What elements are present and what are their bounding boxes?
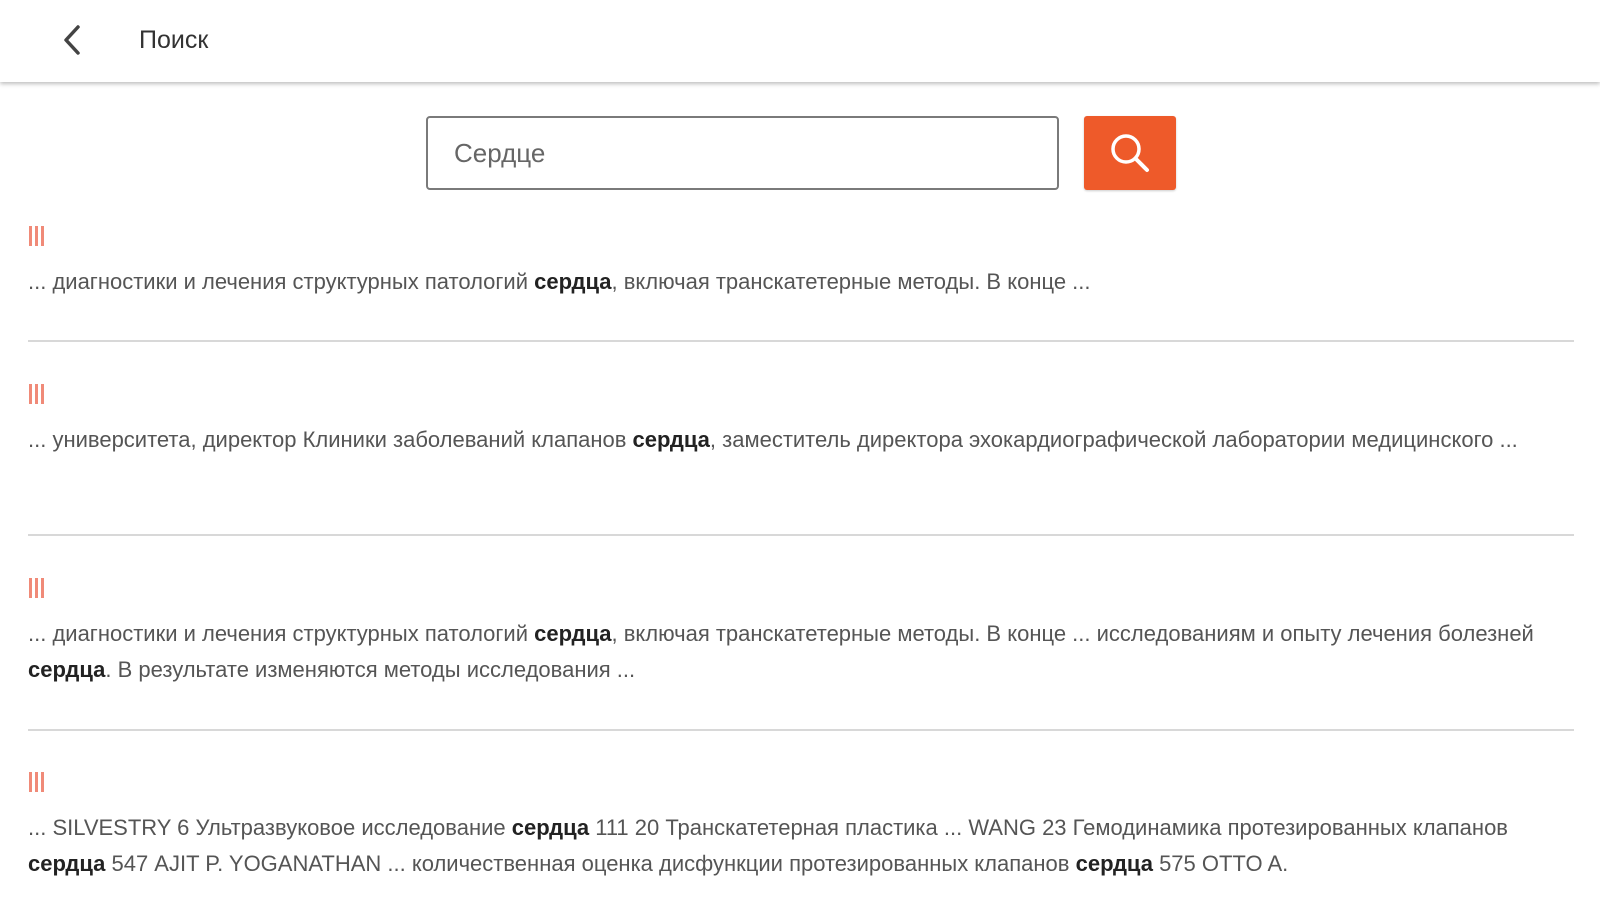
search-result[interactable]: ... диагностики и лечения структурных па… xyxy=(28,574,1574,688)
result-marker-icon xyxy=(29,768,53,794)
page-title: Поиск xyxy=(139,26,209,54)
snippet-text: ... диагностики и лечения структурных па… xyxy=(28,621,535,646)
divider xyxy=(28,340,1574,342)
search-result[interactable]: ... SILVESTRY 6 Ультразвуковое исследова… xyxy=(28,768,1574,882)
highlighted-term: сердца xyxy=(632,427,710,452)
snippet-text: . В результате изменяются методы исследо… xyxy=(105,657,636,682)
result-snippet: ... диагностики и лечения структурных па… xyxy=(28,264,1574,300)
highlighted-term: сердца xyxy=(28,851,106,876)
result-marker-icon xyxy=(29,380,53,406)
search-input[interactable] xyxy=(426,116,1059,190)
snippet-text: 575 OTTO A. xyxy=(1152,851,1289,876)
highlighted-term: сердца xyxy=(1075,851,1153,876)
snippet-text: , включая транскатетерные методы. В конц… xyxy=(611,621,1534,646)
divider xyxy=(28,534,1574,536)
highlighted-term: сердца xyxy=(28,657,106,682)
highlighted-term: сердца xyxy=(511,815,590,840)
back-button[interactable] xyxy=(50,18,94,62)
snippet-text: , включая транскатетерные методы. В конц… xyxy=(611,269,1091,294)
highlighted-term: сердца xyxy=(534,269,612,294)
app-bar: Поиск xyxy=(0,0,1600,82)
search-result[interactable]: ... диагностики и лечения структурных па… xyxy=(28,222,1574,300)
search-button[interactable] xyxy=(1084,116,1176,190)
snippet-text: ... университета, директор Клиники забол… xyxy=(28,427,633,452)
result-marker-icon xyxy=(29,222,53,248)
result-snippet: ... диагностики и лечения структурных па… xyxy=(28,616,1574,688)
snippet-text: ... SILVESTRY 6 Ультразвуковое исследова… xyxy=(28,815,512,840)
chevron-left-icon xyxy=(64,25,80,55)
highlighted-term: сердца xyxy=(534,621,612,646)
result-marker-icon xyxy=(29,574,53,600)
snippet-text: , заместитель директора эхокардиографиче… xyxy=(709,427,1518,452)
search-icon xyxy=(1111,134,1149,172)
search-result[interactable]: ... университета, директор Клиники забол… xyxy=(28,380,1574,458)
snippet-text: 111 20 Транскатетерная пластика ... WANG… xyxy=(589,815,1508,840)
snippet-text: 547 AJIT P. YOGANATHAN ... количественна… xyxy=(105,851,1076,876)
snippet-text: ... диагностики и лечения структурных па… xyxy=(28,269,535,294)
result-snippet: ... университета, директор Клиники забол… xyxy=(28,422,1574,458)
divider xyxy=(28,729,1574,731)
result-snippet: ... SILVESTRY 6 Ультразвуковое исследова… xyxy=(28,810,1574,882)
search-bar xyxy=(0,116,1600,192)
